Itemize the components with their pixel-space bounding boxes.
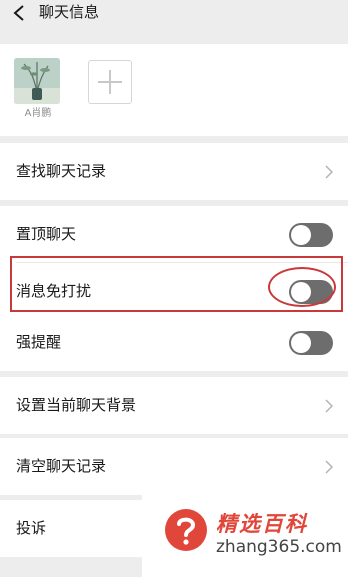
mute-notifications-toggle[interactable]: [289, 280, 333, 304]
question-mark-logo-icon: [165, 509, 207, 551]
chevron-right-icon: [325, 165, 333, 179]
chevron-right-icon: [325, 399, 333, 413]
set-chat-background-label: 设置当前聊天背景: [16, 396, 137, 414]
pin-chat-toggle[interactable]: [289, 223, 333, 247]
avatar[interactable]: [14, 58, 60, 104]
member-list: A肖鹏: [0, 44, 348, 136]
strong-reminder-row: 强提醒: [0, 314, 348, 371]
pin-chat-label: 置顶聊天: [16, 225, 77, 243]
toggle-knob: [291, 282, 311, 302]
member-item[interactable]: A肖鹏: [14, 58, 62, 120]
watermark-title: 精选百科: [216, 512, 308, 536]
header: 聊天信息: [0, 0, 348, 34]
watermark: 精选百科 zhang365.com: [142, 490, 348, 577]
mute-notifications-row: 消息免打扰: [0, 263, 348, 320]
plant-picture-icon: [14, 58, 60, 104]
member-name: A肖鹏: [24, 108, 52, 119]
toggle-knob: [291, 333, 311, 353]
report-label: 投诉: [16, 519, 47, 537]
toggle-knob: [291, 225, 311, 245]
add-member-button[interactable]: [88, 60, 132, 104]
search-chat-history-row[interactable]: 查找聊天记录: [0, 143, 348, 200]
pin-chat-row: 置顶聊天: [0, 206, 348, 263]
mute-notifications-label: 消息免打扰: [16, 282, 92, 300]
strong-reminder-label: 强提醒: [16, 333, 62, 351]
chevron-right-icon: [325, 460, 333, 474]
page-title: 聊天信息: [39, 3, 100, 21]
clear-chat-history-row[interactable]: 清空聊天记录: [0, 438, 348, 495]
watermark-url: zhang365.com: [216, 537, 342, 557]
back-arrow-icon[interactable]: [12, 4, 26, 22]
set-chat-background-row[interactable]: 设置当前聊天背景: [0, 377, 348, 434]
search-chat-history-label: 查找聊天记录: [16, 162, 107, 180]
strong-reminder-toggle[interactable]: [289, 331, 333, 355]
clear-chat-history-label: 清空聊天记录: [16, 457, 107, 475]
